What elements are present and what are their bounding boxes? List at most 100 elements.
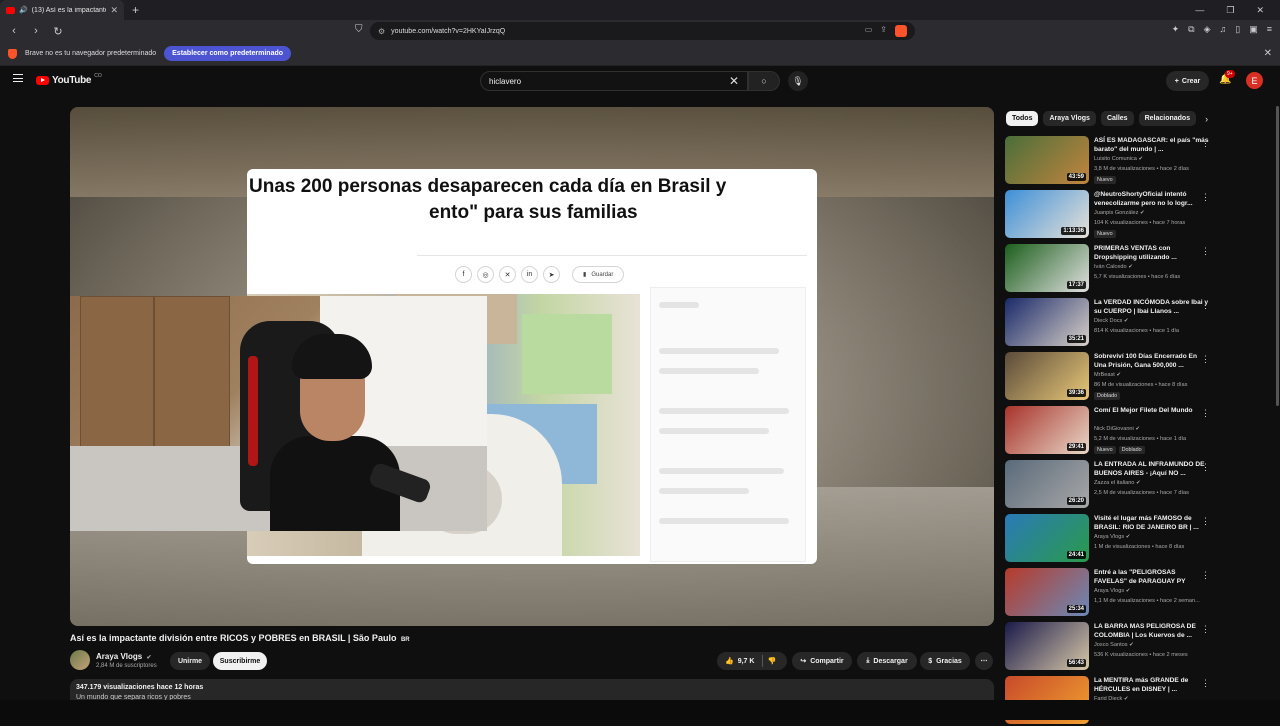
video-thumbnail[interactable]: 1:13:36 [1005, 190, 1089, 238]
kebab-menu-icon[interactable]: ⋮ [1201, 192, 1210, 203]
youtube-logo[interactable]: YouTube CO [36, 73, 102, 86]
video-thumbnail[interactable]: 17:37 [1005, 244, 1089, 292]
chip-relacionados[interactable]: Relacionados [1138, 111, 1197, 126]
voice-search-button[interactable]: 🎙 [788, 71, 808, 91]
chevron-right-icon[interactable]: › [1205, 114, 1208, 124]
recommendation-item[interactable]: 24:41 Visité el lugar más FAMOSO de BRASI… [1005, 514, 1270, 564]
browser-tab[interactable]: 🔊 (13) Así es la impactante divis ✕ [0, 0, 124, 20]
scrollbar[interactable] [1276, 106, 1279, 406]
recommendation-title[interactable]: LA BARRA MAS PELIGROSA DE COLOMBIA | Los… [1094, 622, 1209, 640]
new-tab-button[interactable]: + [132, 3, 139, 17]
notifications-button[interactable]: 🔔 9+ [1219, 70, 1235, 85]
kebab-menu-icon[interactable]: ⋮ [1201, 408, 1210, 419]
maximize-icon[interactable]: ❐ [1226, 5, 1234, 16]
close-window-icon[interactable]: ✕ [1256, 5, 1264, 16]
recommendation-channel[interactable]: Zazza el italiano ✔ [1094, 480, 1141, 486]
site-settings-icon[interactable]: ⚙ [378, 27, 385, 36]
recommendation-channel[interactable]: Araya Vlogs ✔ [1094, 588, 1130, 594]
download-button[interactable]: ⤓ Descargar [857, 652, 917, 670]
search-button[interactable]: ○ [748, 71, 780, 91]
recommendation-item[interactable]: 39:36 Sobreviví 100 Días Encerrado En Una… [1005, 352, 1270, 402]
recommendation-title[interactable]: LA ENTRADA AL INFRAMUNDO DE BUENOS AIRES… [1094, 460, 1209, 478]
minimize-icon[interactable]: — [1195, 5, 1204, 16]
recommendation-item[interactable]: 26:20 LA ENTRADA AL INFRAMUNDO DE BUENOS … [1005, 460, 1270, 510]
cast-icon[interactable]: ▭ [865, 25, 873, 37]
wallet-icon[interactable]: ▣ [1249, 24, 1258, 35]
recommendation-channel[interactable]: Nick DiGiovanni ✔ [1094, 426, 1140, 432]
recommendation-channel[interactable]: Araya Vlogs ✔ [1094, 534, 1130, 540]
kebab-menu-icon[interactable]: ⋮ [1201, 678, 1210, 689]
hamburger-menu-icon[interactable] [13, 74, 23, 82]
vpn-icon[interactable]: ◈ [1204, 24, 1211, 35]
video-thumbnail[interactable]: 26:20 [1005, 460, 1089, 508]
brave-shields-icon[interactable] [895, 25, 907, 37]
kebab-menu-icon[interactable]: ⋮ [1201, 516, 1210, 527]
recommendation-item[interactable]: 25:34 Entré a las "PELIGROSAS FAVELAS" de… [1005, 568, 1270, 618]
music-icon[interactable]: ♫ [1220, 24, 1227, 35]
video-thumbnail[interactable]: 29:41 [1005, 406, 1089, 454]
share-button[interactable]: ↪ Compartir [792, 652, 852, 670]
subscribe-button[interactable]: Suscribirme [213, 652, 267, 670]
account-avatar[interactable]: E [1246, 72, 1263, 89]
video-thumbnail[interactable]: 35:21 [1005, 298, 1089, 346]
close-tab-icon[interactable]: ✕ [110, 5, 118, 16]
share-page-icon[interactable]: ⇪ [880, 25, 887, 37]
recommendation-channel[interactable]: MrBeast ✔ [1094, 372, 1121, 378]
video-player[interactable]: Unas 200 personas desaparecen cada día e… [70, 107, 994, 626]
recommendation-title[interactable]: Visité el lugar más FAMOSO de BRASIL: RI… [1094, 514, 1209, 532]
search-input[interactable]: hiclavero ✕ [480, 71, 748, 91]
create-button[interactable]: + Crear [1166, 71, 1209, 91]
recommendation-title[interactable]: @NeutroShortyOficial intentó venecolizar… [1094, 190, 1209, 208]
dislike-icon[interactable]: 👎 [767, 657, 776, 665]
like-count[interactable]: 9,7 K [738, 658, 755, 665]
recommendation-title[interactable]: Sobreviví 100 Días Encerrado En Una Pris… [1094, 352, 1209, 370]
leo-icon[interactable]: ✦ [1172, 24, 1180, 35]
kebab-menu-icon[interactable]: ⋮ [1201, 246, 1210, 257]
recommendation-channel[interactable]: Luisito Comunica ✔ [1094, 156, 1143, 162]
recommendation-channel[interactable]: Josco Santos ✔ [1094, 642, 1134, 648]
close-infobar-icon[interactable]: ✕ [1264, 48, 1272, 59]
video-thumbnail[interactable]: 24:41 [1005, 514, 1089, 562]
recommendation-channel[interactable]: Juanpis González ✔ [1094, 210, 1145, 216]
thanks-button[interactable]: $ Gracias [920, 652, 970, 670]
channel-avatar[interactable] [70, 650, 90, 670]
set-default-button[interactable]: Establecer como predeterminado [164, 46, 292, 61]
kebab-menu-icon[interactable]: ⋮ [1201, 570, 1210, 581]
sidebar-icon[interactable]: ▯ [1235, 24, 1240, 35]
kebab-menu-icon[interactable]: ⋮ [1201, 624, 1210, 635]
extensions-icon[interactable]: ⧉ [1188, 24, 1194, 35]
channel-name[interactable]: Araya Vlogs ✔ [96, 652, 152, 661]
recommendation-item[interactable]: 56:43 LA BARRA MAS PELIGROSA DE COLOMBIA … [1005, 622, 1270, 672]
recommendation-title[interactable]: Entré a las "PELIGROSAS FAVELAS" de PARA… [1094, 568, 1209, 586]
recommendation-item[interactable]: 43:59 ASÍ ES MADAGASCAR: el país "más bar… [1005, 136, 1270, 186]
chip-araya-vlogs[interactable]: Araya Vlogs [1043, 111, 1096, 126]
back-icon[interactable]: ‹ [8, 25, 20, 37]
reload-icon[interactable]: ↻ [52, 25, 64, 38]
bookmark-icon[interactable]: ⛉ [355, 24, 363, 35]
more-actions-button[interactable]: ⋯ [975, 652, 993, 670]
recommendation-title[interactable]: ASÍ ES MADAGASCAR: el país "más barato" … [1094, 136, 1209, 154]
recommendation-title[interactable]: PRIMERAS VENTAS con Dropshipping utiliza… [1094, 244, 1209, 262]
video-thumbnail[interactable]: 56:43 [1005, 622, 1089, 670]
kebab-menu-icon[interactable]: ⋮ [1201, 462, 1210, 473]
video-thumbnail[interactable]: 39:36 [1005, 352, 1089, 400]
kebab-menu-icon[interactable]: ⋮ [1201, 354, 1210, 365]
recommendation-title[interactable]: La VERDAD INCÓMODA sobre Ibai y su CUERP… [1094, 298, 1209, 316]
like-icon[interactable]: 👍 [725, 657, 734, 665]
clear-search-icon[interactable]: ✕ [729, 74, 739, 88]
recommendation-item[interactable]: 1:13:36 @NeutroShortyOficial intentó vene… [1005, 190, 1270, 240]
video-thumbnail[interactable]: 25:34 [1005, 568, 1089, 616]
join-button[interactable]: Unirme [170, 652, 210, 670]
speaker-icon[interactable]: 🔊 [19, 6, 28, 14]
recommendation-title[interactable]: La MENTIRA más GRANDE de HÉRCULES en DIS… [1094, 676, 1209, 694]
forward-icon[interactable]: › [30, 25, 42, 37]
kebab-menu-icon[interactable]: ⋮ [1201, 300, 1210, 311]
recommendation-item[interactable]: 35:21 La VERDAD INCÓMODA sobre Ibai y su … [1005, 298, 1270, 348]
recommendation-item[interactable]: 17:37 PRIMERAS VENTAS con Dropshipping ut… [1005, 244, 1270, 294]
kebab-menu-icon[interactable]: ⋮ [1201, 138, 1210, 149]
chip-calles[interactable]: Calles [1100, 111, 1134, 126]
address-bar[interactable]: ⚙ youtube.com/watch?v=2HKYaIJrzqQ ▭ ⇪ [370, 22, 915, 40]
recommendation-item[interactable]: 29:41 Comí El Mejor Filete Del Mundo Nick … [1005, 406, 1270, 456]
menu-icon[interactable]: ≡ [1267, 24, 1272, 35]
recommendation-channel[interactable]: Iván Calcedo ✔ [1094, 264, 1133, 270]
